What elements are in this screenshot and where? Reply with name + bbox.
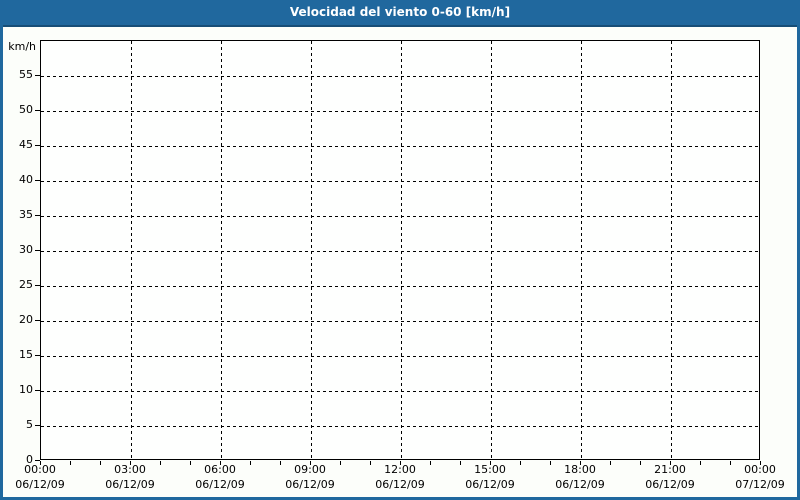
x-tick-date: 06/12/09 — [645, 478, 695, 491]
y-tick-label: 55 — [19, 68, 33, 81]
x-tick-time: 21:00 — [654, 463, 686, 476]
y-gridline — [41, 321, 759, 322]
x-tick-date: 06/12/09 — [555, 478, 605, 491]
x-gridline — [491, 41, 492, 459]
y-tick-label: 20 — [19, 313, 33, 326]
x-tick-date: 06/12/09 — [105, 478, 155, 491]
y-tick-mark — [35, 215, 40, 216]
x-gridline — [671, 41, 672, 459]
x-tick-date: 06/12/09 — [195, 478, 245, 491]
x-gridline — [401, 41, 402, 459]
y-tick-mark — [35, 110, 40, 111]
y-gridline — [41, 426, 759, 427]
y-tick-mark — [35, 390, 40, 391]
y-tick-mark — [35, 355, 40, 356]
y-tick-label: 25 — [19, 278, 33, 291]
chart-panel: Velocidad del viento 0-60 [km/h] km/h 05… — [0, 0, 800, 500]
y-gridline — [41, 216, 759, 217]
y-gridline — [41, 251, 759, 252]
x-tick-date: 06/12/09 — [285, 478, 335, 491]
x-tick-time: 09:00 — [294, 463, 326, 476]
y-tick-mark — [35, 320, 40, 321]
x-gridline — [221, 41, 222, 459]
y-tick-mark — [35, 250, 40, 251]
x-tick-date: 06/12/09 — [465, 478, 515, 491]
x-tick-label: 03:00 06/12/09 — [85, 462, 175, 492]
x-tick-label: 09:00 06/12/09 — [265, 462, 355, 492]
plot-area — [40, 40, 760, 460]
y-tick-mark — [35, 285, 40, 286]
x-tick-time: 18:00 — [564, 463, 596, 476]
y-gridline — [41, 146, 759, 147]
y-tick-mark — [35, 145, 40, 146]
x-gridline — [581, 41, 582, 459]
y-gridline — [41, 76, 759, 77]
x-tick-label: 00:00 07/12/09 — [715, 462, 800, 492]
y-tick-label: 35 — [19, 208, 33, 221]
x-tick-label: 18:00 06/12/09 — [535, 462, 625, 492]
x-tick-date: 06/12/09 — [375, 478, 425, 491]
x-tick-label: 15:00 06/12/09 — [445, 462, 535, 492]
y-gridline — [41, 286, 759, 287]
y-tick-label: 10 — [19, 383, 33, 396]
y-tick-label: 50 — [19, 103, 33, 116]
x-tick-time: 06:00 — [204, 463, 236, 476]
x-tick-time: 12:00 — [384, 463, 416, 476]
x-tick-time: 15:00 — [474, 463, 506, 476]
x-tick-label: 00:00 06/12/09 — [0, 462, 85, 492]
y-gridline — [41, 356, 759, 357]
x-gridline — [311, 41, 312, 459]
y-gridline — [41, 391, 759, 392]
x-tick-date: 07/12/09 — [735, 478, 785, 491]
x-tick-time: 00:00 — [24, 463, 56, 476]
y-tick-label: 5 — [26, 418, 33, 431]
y-tick-label: 40 — [19, 173, 33, 186]
x-tick-label: 21:00 06/12/09 — [625, 462, 715, 492]
y-axis-unit-label: km/h — [8, 40, 36, 53]
y-tick-label: 45 — [19, 138, 33, 151]
x-gridline — [131, 41, 132, 459]
x-tick-time: 03:00 — [114, 463, 146, 476]
y-tick-label: 30 — [19, 243, 33, 256]
x-tick-label: 12:00 06/12/09 — [355, 462, 445, 492]
x-tick-label: 06:00 06/12/09 — [175, 462, 265, 492]
chart-title: Velocidad del viento 0-60 [km/h] — [0, 0, 800, 27]
y-tick-mark — [35, 425, 40, 426]
y-tick-label: 15 — [19, 348, 33, 361]
y-tick-mark — [35, 180, 40, 181]
x-tick-time: 00:00 — [744, 463, 776, 476]
y-gridline — [41, 181, 759, 182]
y-tick-mark — [35, 75, 40, 76]
y-gridline — [41, 111, 759, 112]
x-tick-date: 06/12/09 — [15, 478, 65, 491]
